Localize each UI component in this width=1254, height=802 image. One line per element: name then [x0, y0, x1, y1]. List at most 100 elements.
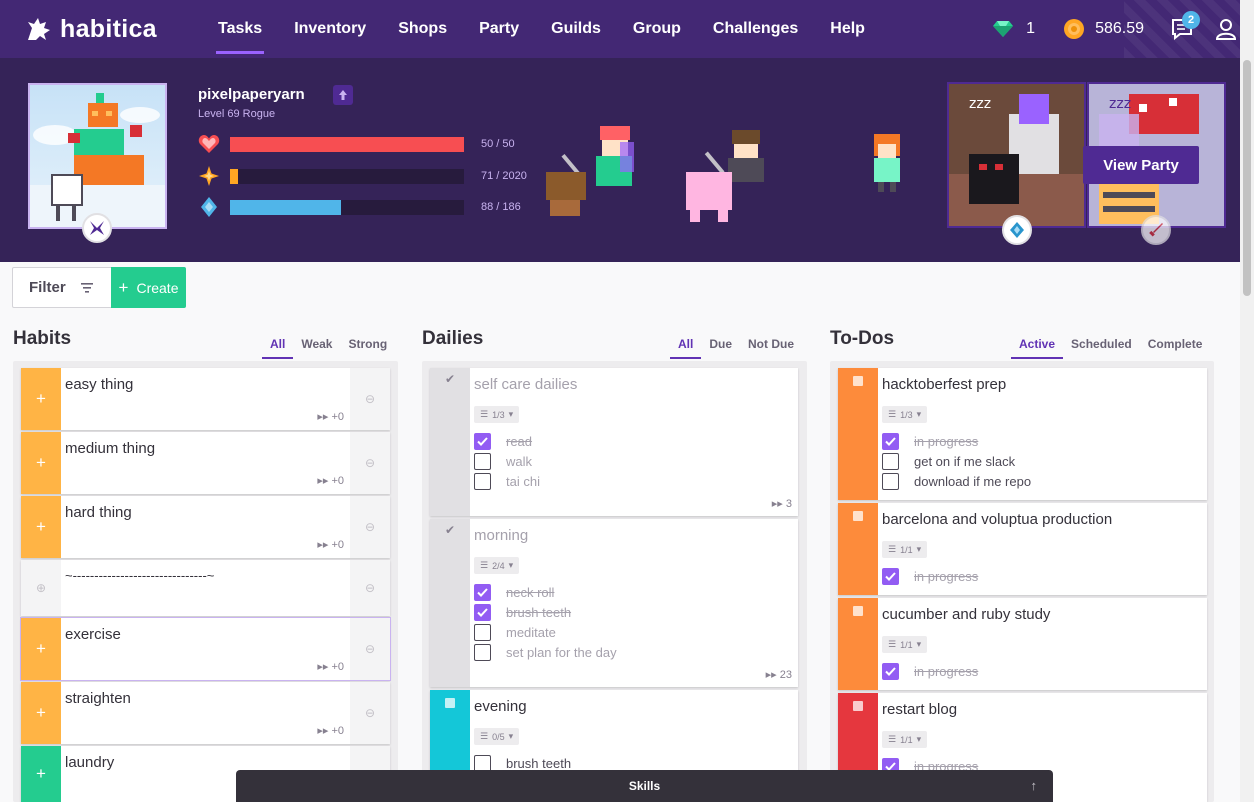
- habit-plus-button[interactable]: +: [21, 496, 61, 558]
- todo-checkbox[interactable]: [838, 503, 878, 595]
- checkbox[interactable]: [882, 433, 899, 450]
- nav-help[interactable]: Help: [814, 0, 881, 58]
- create-task-button[interactable]: + Create: [111, 267, 186, 308]
- dailies-tab-not-due[interactable]: Not Due: [740, 334, 802, 359]
- todo-checkbox[interactable]: [838, 368, 878, 500]
- checklist-item-text: meditate: [506, 625, 556, 640]
- todos-tab-active[interactable]: Active: [1011, 334, 1064, 359]
- checklist-toggle[interactable]: ☰ 2/4 ▾: [474, 557, 520, 574]
- checklist-item[interactable]: get on if me slack: [882, 453, 1015, 470]
- habit-minus-button[interactable]: ⊖: [350, 432, 390, 494]
- todos-tab-complete[interactable]: Complete: [1140, 334, 1211, 359]
- habit-minus-button[interactable]: ⊖: [350, 618, 390, 680]
- checklist-item[interactable]: in progress: [882, 433, 978, 450]
- checklist-item[interactable]: download if me repo: [882, 473, 1031, 490]
- checkbox[interactable]: [474, 644, 491, 661]
- nav-party[interactable]: Party: [463, 0, 535, 58]
- habit-plus-button[interactable]: +: [21, 746, 61, 802]
- todos-tab-scheduled[interactable]: Scheduled: [1063, 334, 1140, 359]
- daily-checkbox[interactable]: ✔: [430, 368, 470, 516]
- checklist-item[interactable]: meditate: [474, 624, 556, 641]
- habit-plus-button[interactable]: ⊕: [21, 560, 61, 616]
- chevron-down-icon: ▾: [916, 734, 922, 744]
- checklist-item[interactable]: set plan for the day: [474, 644, 617, 661]
- notifications-button[interactable]: 2: [1160, 7, 1204, 51]
- checklist-item[interactable]: in progress: [882, 663, 978, 680]
- habits-tab-strong[interactable]: Strong: [340, 334, 395, 359]
- todo-card[interactable]: barcelona and voluptua production ☰ 1/1 …: [838, 503, 1207, 595]
- plus-icon: +: [36, 517, 46, 536]
- checkbox[interactable]: [474, 453, 491, 470]
- nav-inventory[interactable]: Inventory: [278, 0, 382, 58]
- party-member-avatar[interactable]: zzz: [947, 82, 1086, 228]
- todo-card[interactable]: cucumber and ruby study ☰ 1/1 ▾ in progr…: [838, 598, 1207, 690]
- view-party-button[interactable]: View Party: [1083, 146, 1199, 184]
- habit-card[interactable]: + easy thing ▸▸ +0 ⊖: [21, 368, 390, 430]
- habit-card[interactable]: + straighten ▸▸ +0 ⊖: [21, 682, 390, 744]
- daily-checkbox[interactable]: ✔: [430, 519, 470, 687]
- checklist-toggle[interactable]: ☰ 1/1 ▾: [882, 541, 928, 558]
- habit-plus-button[interactable]: +: [21, 618, 61, 680]
- party-member-sprite[interactable]: [686, 130, 764, 222]
- daily-card[interactable]: ✔ morning ☰ 2/4 ▾ neck roll brush teeth …: [430, 519, 798, 687]
- page-scrollbar[interactable]: [1240, 0, 1254, 802]
- checkbox[interactable]: [882, 473, 899, 490]
- checklist-item[interactable]: walk: [474, 453, 532, 470]
- checkbox[interactable]: [474, 604, 491, 621]
- party-member-sprite[interactable]: [874, 134, 900, 192]
- habit-plus-button[interactable]: +: [21, 432, 61, 494]
- checklist-item[interactable]: tai chi: [474, 473, 540, 490]
- checkbox[interactable]: [474, 473, 491, 490]
- nav-challenges[interactable]: Challenges: [697, 0, 814, 58]
- checklist-item[interactable]: read: [474, 433, 532, 450]
- checkbox[interactable]: [474, 584, 491, 601]
- list-icon: ☰: [888, 734, 897, 744]
- habits-tab-all[interactable]: All: [262, 334, 294, 359]
- checkbox[interactable]: [474, 624, 491, 641]
- habit-card[interactable]: + exercise ▸▸ +0 ⊖: [20, 617, 391, 681]
- habit-card[interactable]: + hard thing ▸▸ +0 ⊖: [21, 496, 390, 558]
- checklist-item[interactable]: neck roll: [474, 584, 554, 601]
- habit-card[interactable]: ⊕ ~-------------------------------~ ⊖: [21, 560, 390, 616]
- checklist-toggle[interactable]: ☰ 1/1 ▾: [882, 636, 928, 653]
- todo-checkbox[interactable]: [838, 598, 878, 690]
- user-menu-button[interactable]: [1204, 7, 1248, 51]
- habit-plus-button[interactable]: +: [21, 682, 61, 744]
- daily-card[interactable]: ✔ self care dailies ☰ 1/3 ▾ read walk ta…: [430, 368, 798, 516]
- checkbox[interactable]: [882, 568, 899, 585]
- party-member-sprite[interactable]: [546, 126, 634, 216]
- nav-shops[interactable]: Shops: [382, 0, 463, 58]
- habit-minus-button[interactable]: ⊖: [350, 368, 390, 430]
- checklist-toggle[interactable]: ☰ 0/5 ▾: [474, 728, 520, 745]
- avatar[interactable]: [28, 83, 167, 229]
- habitica-logo[interactable]: habitica: [24, 14, 157, 44]
- class-badge: [82, 213, 112, 243]
- checklist-item[interactable]: in progress: [882, 568, 978, 585]
- todo-card[interactable]: hacktoberfest prep ☰ 1/3 ▾ in progress g…: [838, 368, 1207, 500]
- dailies-tab-due[interactable]: Due: [701, 334, 740, 359]
- checklist-toggle[interactable]: ☰ 1/3 ▾: [882, 406, 928, 423]
- checklist-item[interactable]: brush teeth: [474, 604, 571, 621]
- habit-card[interactable]: + medium thing ▸▸ +0 ⊖: [21, 432, 390, 494]
- checkbox[interactable]: [474, 433, 491, 450]
- checklist-toggle[interactable]: ☰ 1/3 ▾: [474, 406, 520, 423]
- nav-guilds[interactable]: Guilds: [535, 0, 617, 58]
- plus-icon: +: [36, 453, 46, 472]
- filter-button[interactable]: Filter: [12, 267, 112, 308]
- habit-minus-button[interactable]: ⊖: [350, 682, 390, 744]
- habit-plus-button[interactable]: +: [21, 368, 61, 430]
- level-up-button[interactable]: [333, 85, 353, 105]
- checklist-toggle[interactable]: ☰ 1/1 ▾: [882, 731, 928, 748]
- dailies-tab-all[interactable]: All: [670, 334, 702, 359]
- nav-tasks[interactable]: Tasks: [202, 0, 278, 58]
- habits-tab-weak[interactable]: Weak: [293, 334, 340, 359]
- scrollbar-thumb[interactable]: [1243, 60, 1251, 296]
- checkbox[interactable]: [882, 453, 899, 470]
- habit-minus-button[interactable]: ⊖: [350, 496, 390, 558]
- skills-drawer[interactable]: Skills ↑: [236, 770, 1053, 802]
- nav-group[interactable]: Group: [617, 0, 697, 58]
- arrow-up-icon[interactable]: ↑: [1031, 778, 1038, 793]
- gem-counter[interactable]: 1: [992, 20, 1035, 38]
- habit-minus-button[interactable]: ⊖: [350, 560, 390, 616]
- checkbox[interactable]: [882, 663, 899, 680]
